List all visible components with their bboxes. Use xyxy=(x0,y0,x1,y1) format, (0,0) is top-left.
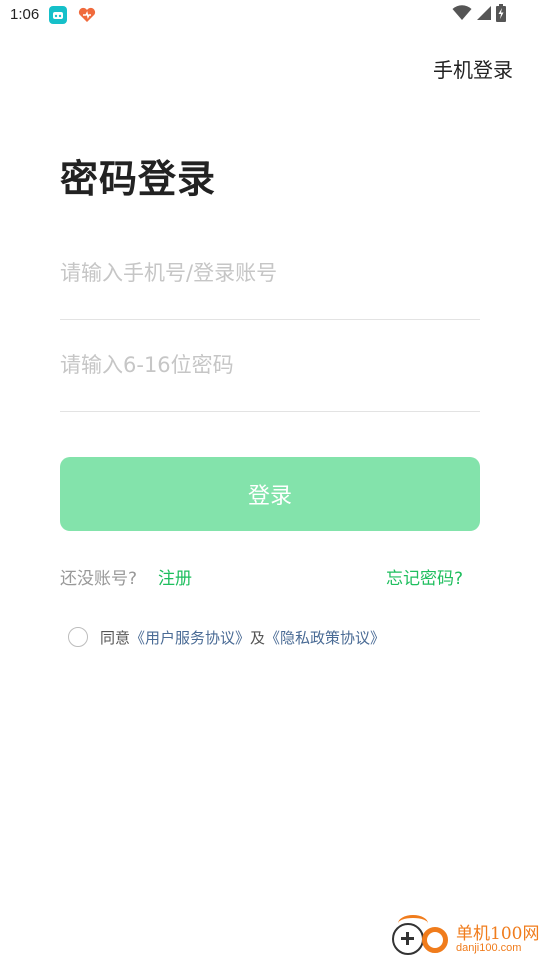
account-field xyxy=(60,227,480,320)
heart-notification-icon xyxy=(77,6,96,24)
register-link[interactable]: 注册 xyxy=(158,564,192,589)
phone-login-link[interactable]: 手机登录 xyxy=(433,54,513,83)
page-title: 密码登录 xyxy=(60,157,217,201)
agreement-and: 及 xyxy=(250,628,266,647)
watermark-ring-icon xyxy=(422,927,448,953)
agreement-row: 同意 《用户服务协议》 及 《隐私政策协议》 xyxy=(68,625,385,649)
account-input[interactable] xyxy=(60,227,480,319)
user-agreement-link[interactable]: 《用户服务协议》 xyxy=(130,627,250,648)
cellular-signal-icon xyxy=(476,5,492,25)
status-icons xyxy=(452,4,506,26)
login-button[interactable]: 登录 xyxy=(60,457,480,531)
privacy-policy-link[interactable]: 《隐私政策协议》 xyxy=(265,627,385,648)
password-input[interactable] xyxy=(60,319,480,411)
app-notification-icon xyxy=(49,6,67,24)
login-screen: 1:06 手机登录 密码登录 请输入手机号/登录账号 登录 还没账号? 注册 忘… xyxy=(0,0,540,960)
no-account-text: 还没账号? xyxy=(60,569,138,589)
wifi-icon xyxy=(452,5,472,25)
agreement-prefix: 同意 xyxy=(100,628,131,647)
status-bar: 1:06 xyxy=(0,0,540,30)
status-time: 1:06 xyxy=(10,6,40,23)
password-field xyxy=(60,319,480,412)
agreement-checkbox[interactable] xyxy=(68,627,88,647)
watermark-plus-icon xyxy=(392,923,424,955)
watermark: 单机100网 danji100.com xyxy=(390,915,540,960)
forgot-password-link[interactable]: 忘记密码? xyxy=(386,564,463,589)
links-row: 还没账号? 注册 忘记密码? xyxy=(60,562,463,590)
battery-charging-icon xyxy=(496,4,506,26)
watermark-name: 单机100网 xyxy=(456,924,540,944)
watermark-url: danji100.com xyxy=(456,942,522,954)
